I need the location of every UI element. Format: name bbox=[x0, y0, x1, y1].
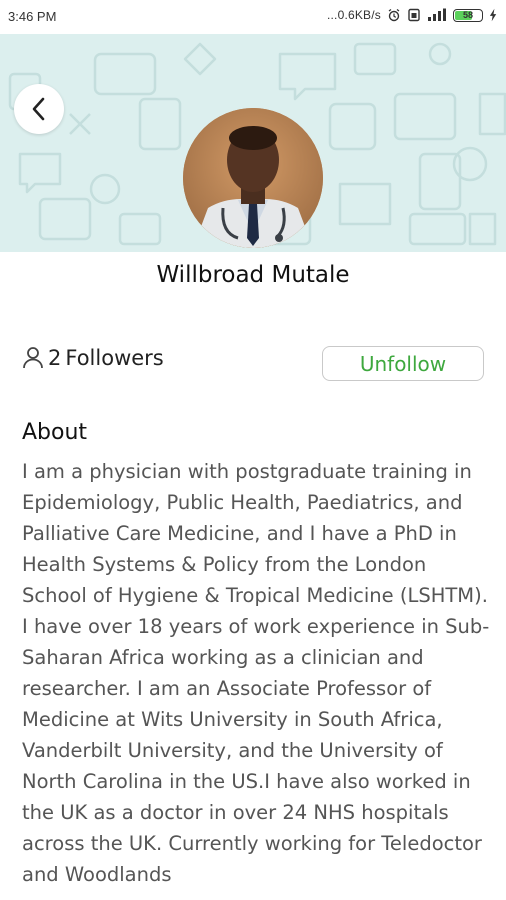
chevron-left-icon bbox=[32, 97, 45, 121]
unfollow-button[interactable]: Unfollow bbox=[322, 346, 484, 381]
about-text: I am a physician with postgraduate train… bbox=[22, 460, 490, 886]
network-speed: ...0.6KB/s bbox=[326, 8, 381, 22]
status-bar: 3:46 PM ...0.6KB/s 58 bbox=[0, 0, 506, 34]
followers-number: 2 bbox=[48, 346, 62, 370]
alarm-icon bbox=[388, 8, 400, 22]
followers-count: 2 Followers bbox=[22, 346, 164, 370]
person-outline-icon bbox=[23, 347, 43, 369]
signal-icon bbox=[428, 8, 446, 21]
battery-icon: 58 bbox=[453, 8, 483, 22]
battery-level: 58 bbox=[462, 9, 473, 20]
sim-icon bbox=[408, 8, 420, 22]
followers-label: Followers bbox=[65, 346, 164, 370]
status-time: 3:46 PM bbox=[8, 9, 57, 24]
status-icons: ...0.6KB/s 58 bbox=[327, 8, 498, 22]
profile-name: Willbroad Mutale bbox=[156, 262, 350, 288]
avatar bbox=[183, 108, 323, 248]
avatar-photo bbox=[183, 108, 323, 248]
charging-icon bbox=[489, 8, 497, 22]
back-button[interactable] bbox=[14, 84, 64, 134]
about-heading: About bbox=[22, 420, 88, 445]
